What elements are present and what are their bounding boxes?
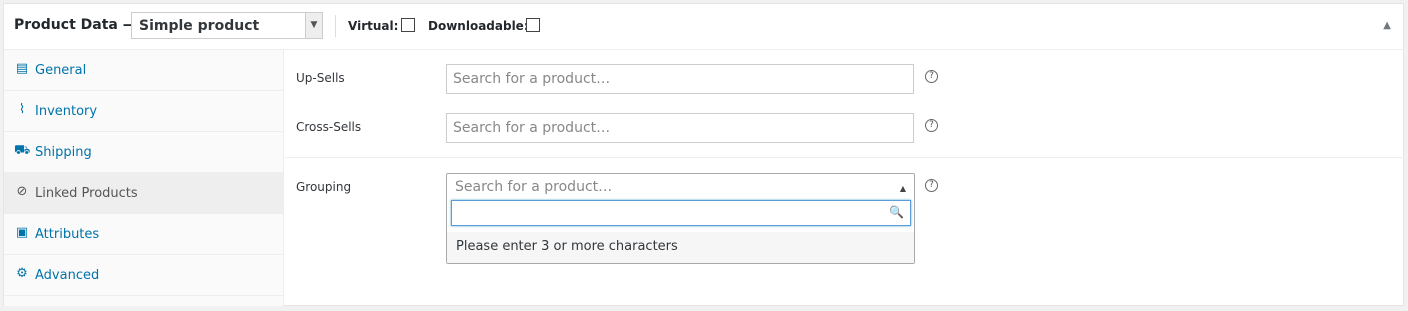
attributes-icon: ▣ xyxy=(15,225,29,240)
virtual-label: Virtual: xyxy=(348,19,399,33)
product-tabs: ▤ General ⌇ Inventory ⛟ Shipping ⊘ Linke… xyxy=(4,50,284,306)
dropdown-message: Please enter 3 or more characters xyxy=(447,232,914,263)
upsells-input[interactable]: Search for a product… xyxy=(446,64,914,94)
grouping-search-input[interactable]: 🔍 xyxy=(451,200,911,226)
inventory-icon: ⌇ xyxy=(18,102,26,117)
grouping-label: Grouping xyxy=(296,180,352,194)
crosssells-placeholder: Search for a product… xyxy=(453,120,611,136)
product-type-value: Simple product xyxy=(139,18,260,34)
tab-label: Linked Products xyxy=(35,186,138,201)
help-icon[interactable]: ? xyxy=(925,70,938,83)
upsells-placeholder: Search for a product… xyxy=(453,71,611,87)
chevron-down-icon[interactable]: ▼ xyxy=(305,13,322,38)
tab-label: Shipping xyxy=(35,145,92,160)
dropdown-message-text: Please enter 3 or more characters xyxy=(456,239,678,254)
upsells-label: Up-Sells xyxy=(296,71,345,85)
tab-label: Advanced xyxy=(35,268,100,283)
gear-icon: ⚙ xyxy=(16,266,28,281)
tab-attributes[interactable]: ▣ Attributes xyxy=(4,214,283,255)
tab-general[interactable]: ▤ General xyxy=(4,50,283,91)
tab-linked-products[interactable]: ⊘ Linked Products xyxy=(4,173,283,214)
shipping-icon: ⛟ xyxy=(14,143,31,158)
tab-advanced[interactable]: ⚙ Advanced xyxy=(4,255,283,296)
header-divider xyxy=(335,15,336,37)
downloadable-label: Downloadable: xyxy=(428,19,529,33)
crosssells-input[interactable]: Search for a product… xyxy=(446,113,914,143)
help-icon[interactable]: ? xyxy=(925,119,938,132)
triangle-up-icon[interactable]: ▲ xyxy=(1383,20,1391,31)
section-divider xyxy=(285,157,1404,158)
tab-label: Inventory xyxy=(35,104,98,119)
tab-label: General xyxy=(35,63,87,78)
tab-inventory[interactable]: ⌇ Inventory xyxy=(4,91,283,132)
virtual-checkbox[interactable] xyxy=(401,18,415,32)
triangle-up-icon[interactable]: ▲ xyxy=(900,184,906,193)
search-icon: 🔍 xyxy=(889,205,904,219)
tab-label: Attributes xyxy=(35,227,100,242)
product-data-header: Product Data — Simple product ▼ Virtual:… xyxy=(4,4,1403,50)
general-icon: ▤ xyxy=(15,61,29,76)
product-type-select[interactable]: Simple product ▼ xyxy=(131,12,323,39)
crosssells-label: Cross-Sells xyxy=(296,120,362,134)
help-icon[interactable]: ? xyxy=(925,179,938,192)
grouping-select[interactable]: Search for a product… ▲ 🔍 Please enter 3… xyxy=(446,173,915,264)
product-data-panel: Product Data — Simple product ▼ Virtual:… xyxy=(3,3,1404,306)
panel-title: Product Data — xyxy=(14,17,137,33)
tab-shipping[interactable]: ⛟ Shipping xyxy=(4,132,283,173)
downloadable-checkbox[interactable] xyxy=(526,18,540,32)
grouping-placeholder: Search for a product… xyxy=(455,179,613,195)
link-icon: ⊘ xyxy=(16,184,28,199)
